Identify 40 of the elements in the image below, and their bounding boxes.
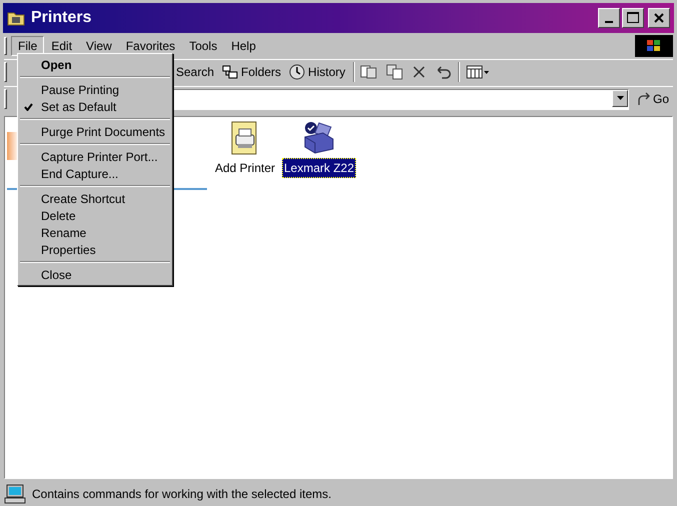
dropdown-button[interactable]	[612, 90, 628, 107]
menu-entry[interactable]: Capture Printer Port...	[18, 148, 172, 165]
caret-icon	[616, 96, 624, 100]
windows-logo	[635, 34, 673, 57]
menu-entry[interactable]: Set as Default	[18, 98, 172, 115]
toolbar-button[interactable]: Search	[173, 61, 218, 84]
views-icon[interactable]	[466, 65, 490, 80]
menu-entry[interactable]: Create Shortcut	[18, 190, 172, 207]
delete-icon[interactable]	[412, 65, 426, 80]
menu-entry[interactable]: End Capture...	[18, 165, 172, 182]
menu-item[interactable]: Help	[224, 36, 263, 56]
go-button[interactable]: Go	[637, 90, 670, 108]
folders-icon	[222, 65, 238, 80]
toolbar-button[interactable]: History	[286, 61, 348, 84]
menu-item[interactable]: View	[79, 36, 119, 56]
menu-item[interactable]: Favorites	[118, 36, 182, 56]
printer-item[interactable]: Add Printer	[210, 120, 280, 178]
minimize-button[interactable]	[598, 8, 620, 28]
menu-item[interactable]: Tools	[182, 36, 224, 56]
clock-icon	[289, 64, 306, 80]
menu-entry[interactable]: Delete	[18, 207, 172, 224]
toolbar-button[interactable]: Folders	[219, 61, 284, 84]
status-text: Contains commands for working with the selected items.	[32, 486, 332, 504]
menu-entry[interactable]: Pause Printing	[18, 81, 172, 98]
close-button[interactable]	[648, 8, 670, 28]
menu-entry[interactable]: Rename	[18, 224, 172, 241]
go-arrow-icon	[637, 92, 651, 106]
menu-entry[interactable]: Properties	[18, 241, 172, 258]
printer-folder-icon	[7, 10, 25, 26]
copy-to-icon[interactable]	[386, 64, 404, 80]
maximize-button[interactable]	[622, 8, 644, 28]
menu-entry[interactable]: Purge Print Documents	[18, 123, 172, 140]
move-to-icon[interactable]	[360, 64, 378, 80]
printer-item[interactable]: Lexmark Z22	[284, 120, 354, 178]
close-icon	[654, 12, 664, 23]
window-title: Printers	[31, 8, 92, 28]
check-icon	[24, 102, 33, 110]
menu-item[interactable]: Edit	[44, 36, 80, 56]
menu-entry[interactable]: Open	[18, 56, 172, 73]
menu-entry[interactable]: Close	[18, 266, 172, 283]
